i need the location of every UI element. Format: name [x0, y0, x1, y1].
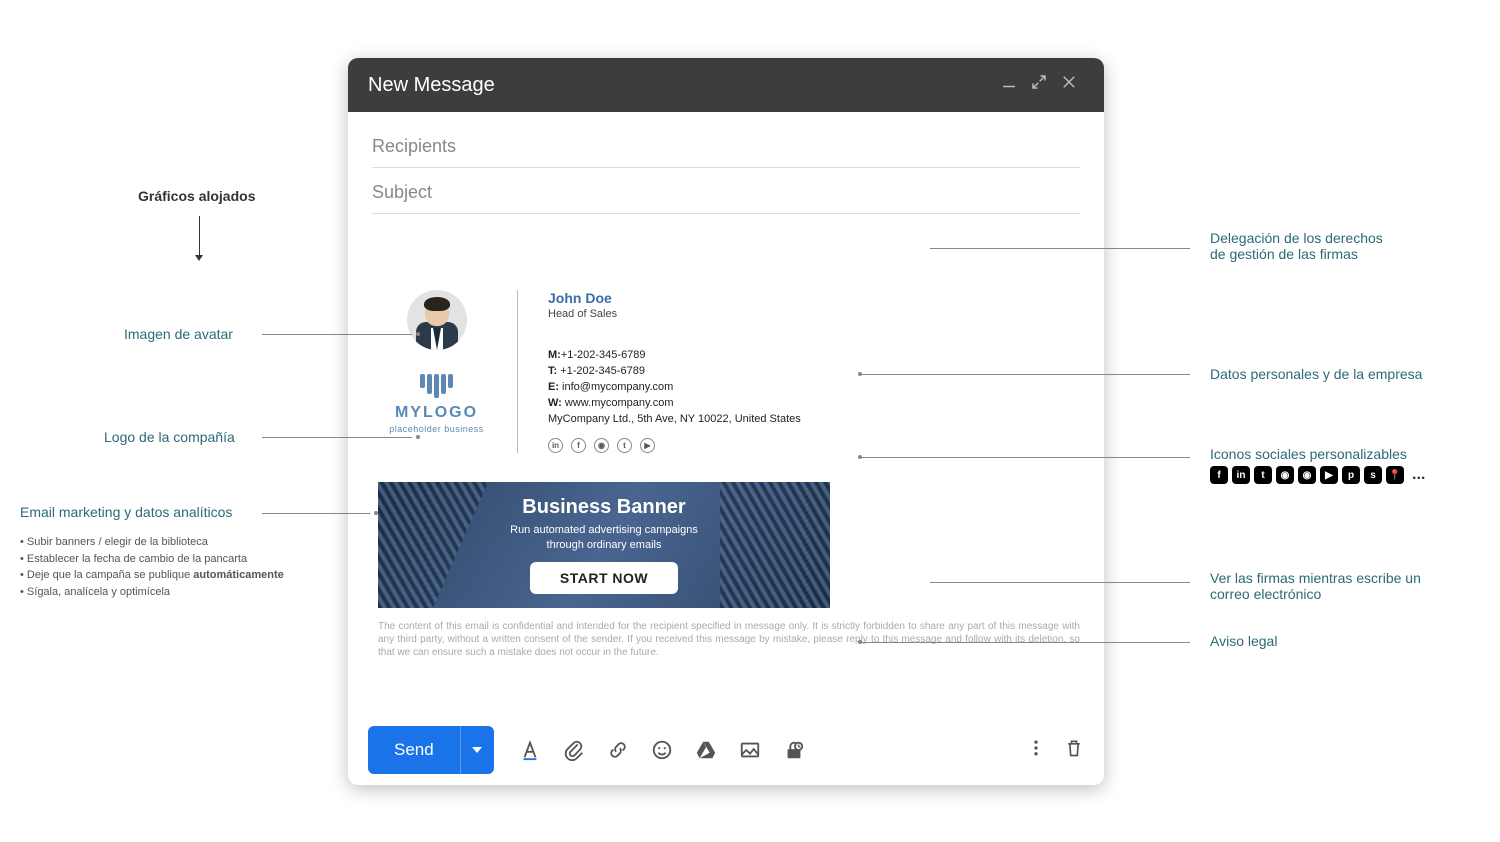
minimize-icon[interactable]	[994, 73, 1024, 97]
chat-icon: ◉	[1276, 466, 1294, 484]
signature-contact: M:+1-202-345-6789 T: +1-202-345-6789 E: …	[548, 348, 1080, 428]
signature-name: John Doe	[548, 290, 1080, 306]
compose-footer: Send	[348, 715, 1104, 785]
more-social-icon: ...	[1412, 466, 1425, 484]
instagram-icon[interactable]: ◉	[594, 438, 609, 453]
label-social-icons: Iconos sociales personalizables	[1210, 446, 1407, 462]
marketing-bullets: Subir banners / elegir de la biblioteca …	[20, 534, 284, 600]
email-signature: MYLOGO placeholder business John Doe Hea…	[372, 290, 1080, 453]
banner-subtitle: Run automated advertising campaigns thro…	[494, 523, 714, 553]
compose-header: New Message	[348, 58, 1104, 112]
label-legal: Aviso legal	[1210, 633, 1277, 649]
instagram-icon: ◉	[1298, 466, 1316, 484]
recipients-field[interactable]: Recipients	[372, 122, 1080, 168]
label-delegation: Delegación de los derechos de gestión de…	[1210, 230, 1383, 262]
company-logo-text: MYLOGO	[372, 404, 501, 422]
map-pin-icon: 📍	[1386, 466, 1404, 484]
social-icon-grid: f in t ◉ ◉ ▶ p s 📍 ...	[1210, 466, 1425, 484]
linkedin-icon[interactable]: in	[548, 438, 563, 453]
confidential-icon[interactable]	[780, 736, 808, 764]
twitter-icon: t	[1254, 466, 1272, 484]
send-options-button[interactable]	[460, 726, 494, 774]
label-marketing: Email marketing y datos analíticos	[20, 504, 232, 520]
pinterest-icon: p	[1342, 466, 1360, 484]
more-options-icon[interactable]	[1026, 738, 1046, 763]
label-company-logo: Logo de la compañía	[104, 429, 235, 445]
attach-icon[interactable]	[560, 736, 588, 764]
signature-social-icons: in f ◉ t ▶	[548, 438, 1080, 453]
company-logo-sub: placeholder business	[372, 424, 501, 434]
discard-icon[interactable]	[1064, 738, 1084, 763]
youtube-icon: ▶	[1320, 466, 1338, 484]
subject-field[interactable]: Subject	[372, 168, 1080, 214]
avatar	[407, 290, 467, 350]
promo-banner: Business Banner Run automated advertisin…	[378, 482, 830, 608]
arrow-down-icon	[195, 216, 203, 261]
label-see-signatures: Ver las firmas mientras escribe un corre…	[1210, 570, 1421, 602]
label-avatar: Imagen de avatar	[124, 326, 233, 342]
banner-title: Business Banner	[494, 496, 714, 519]
insert-image-icon[interactable]	[736, 736, 764, 764]
skype-icon: s	[1364, 466, 1382, 484]
twitter-icon[interactable]: t	[617, 438, 632, 453]
fullscreen-icon[interactable]	[1024, 73, 1054, 97]
format-text-icon[interactable]	[516, 736, 544, 764]
facebook-icon[interactable]: f	[571, 438, 586, 453]
company-logo-mark	[372, 374, 501, 398]
signature-job-title: Head of Sales	[548, 308, 1080, 320]
linkedin-icon: in	[1232, 466, 1250, 484]
label-personal-data: Datos personales y de la empresa	[1210, 366, 1422, 382]
send-button[interactable]: Send	[368, 726, 460, 774]
compose-title: New Message	[368, 74, 994, 97]
emoji-icon[interactable]	[648, 736, 676, 764]
facebook-icon: f	[1210, 466, 1228, 484]
banner-cta-button[interactable]: START NOW	[530, 562, 678, 594]
close-icon[interactable]	[1054, 73, 1084, 97]
compose-window: New Message Recipients Subject MYLOGO	[348, 58, 1104, 785]
link-icon[interactable]	[604, 736, 632, 764]
youtube-icon[interactable]: ▶	[640, 438, 655, 453]
drive-icon[interactable]	[692, 736, 720, 764]
label-hosted-graphics: Gráficos alojados	[138, 188, 255, 204]
legal-disclaimer: The content of this email is confidentia…	[378, 620, 1080, 659]
